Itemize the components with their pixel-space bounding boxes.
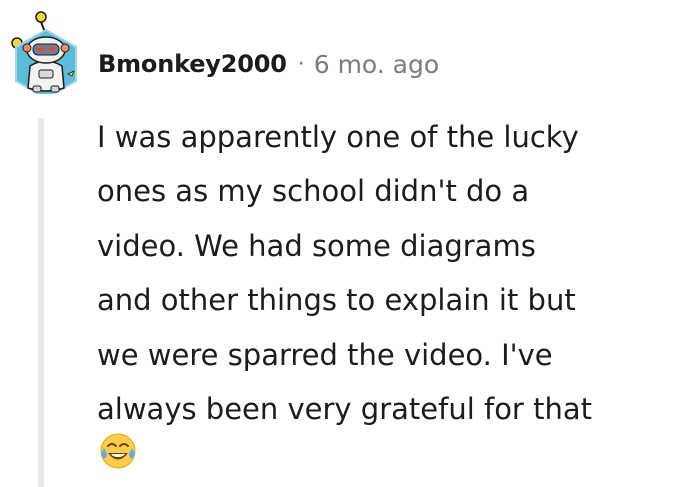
comment-body: I was apparently one of the lucky ones a… <box>97 110 677 436</box>
comment-body-line: we were sparred the video. I've <box>97 337 553 372</box>
comment-body-line: I was apparently one of the lucky <box>97 120 579 154</box>
comment-timestamp[interactable]: 6 mo. ago <box>314 50 439 79</box>
comment: Bmonkey2000 · 6 mo. ago I was apparently… <box>0 0 686 487</box>
comment-body-line: always been very grateful for that <box>97 392 592 427</box>
comment-body-line: and other things to explain it but <box>97 283 576 318</box>
face-with-tears-of-joy-icon <box>99 432 137 470</box>
comment-body-line: video. We had some diagrams <box>97 228 536 263</box>
meta-separator: · <box>297 51 305 77</box>
comment-body-line: ones as my school didn't do a <box>97 174 530 209</box>
username-link[interactable]: Bmonkey2000 <box>98 50 287 78</box>
avatar[interactable] <box>6 2 86 100</box>
snoo-robot-avatar-icon <box>11 11 77 100</box>
comment-meta: Bmonkey2000 · 6 mo. ago <box>98 44 439 84</box>
thread-line[interactable] <box>38 118 44 487</box>
